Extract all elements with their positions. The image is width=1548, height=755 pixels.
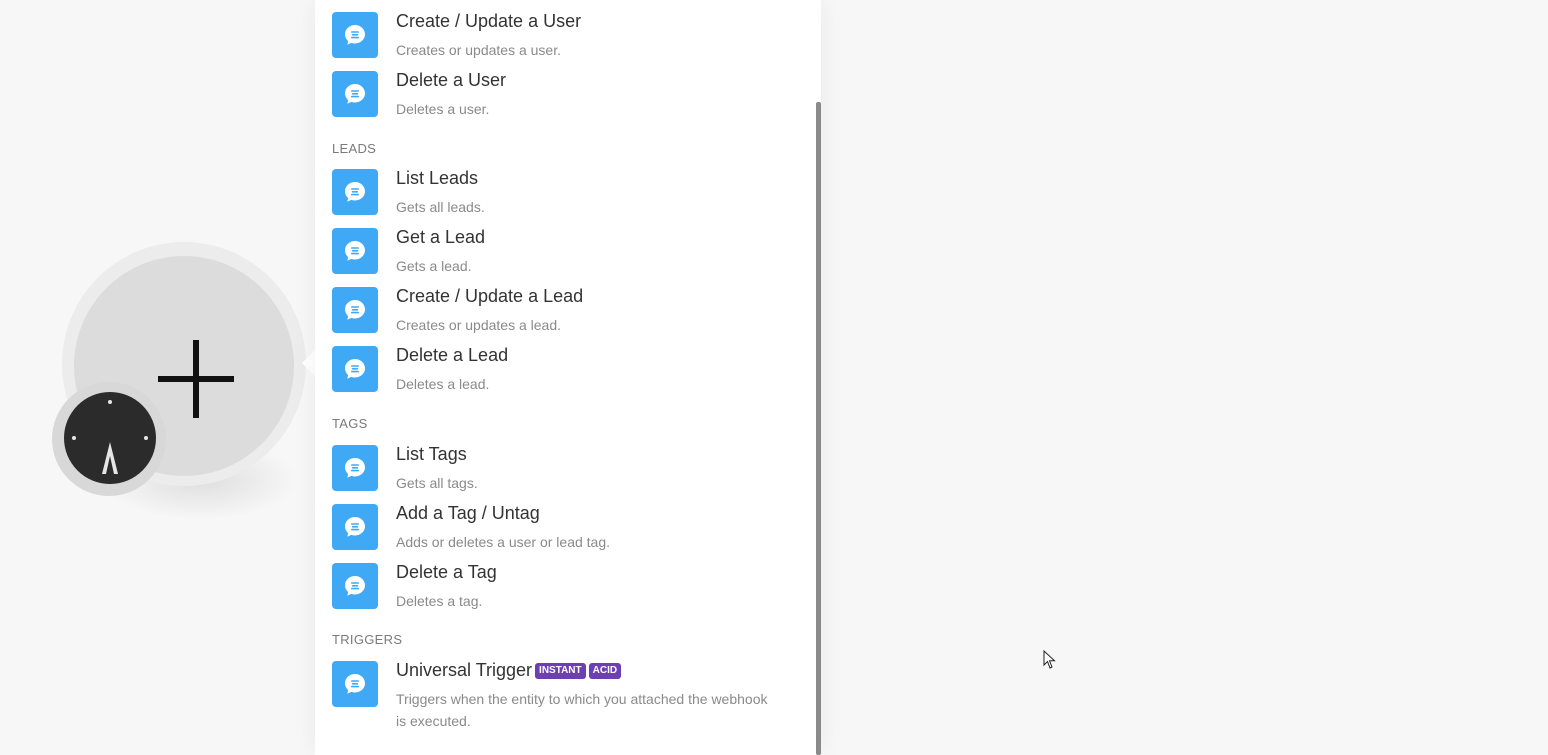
action-title: Create / Update a User (396, 10, 581, 32)
chat-bubble-icon (332, 287, 378, 333)
action-title: Delete a User (396, 69, 506, 91)
popover-pointer (302, 349, 316, 377)
chat-bubble-icon (332, 504, 378, 550)
action-badge: INSTANT (535, 663, 586, 679)
section-label: LEADS (332, 141, 377, 156)
action-title-text: Create / Update a User (396, 11, 582, 31)
action-list-item[interactable]: Add a Tag / Untag Adds or deletes a user … (332, 502, 802, 554)
action-description: Adds or deletes a user or lead tag. (396, 534, 611, 550)
action-title: Delete a Tag (396, 561, 497, 583)
section-label: TRIGGERS (332, 632, 403, 647)
mouse-cursor-icon (1043, 650, 1056, 669)
chat-bubble-icon (332, 445, 378, 491)
scenario-canvas[interactable]: Create / Update a User Creates or updates… (0, 0, 1548, 755)
action-list-item[interactable]: Delete a Lead Deletes a lead. (332, 344, 802, 396)
action-description: Deletes a user. (396, 101, 490, 117)
action-list-item[interactable]: List Leads Gets all leads. (332, 167, 802, 219)
action-title: Universal Trigger INSTANT ACID (396, 659, 622, 681)
action-title: Add a Tag / Untag (396, 502, 540, 524)
chat-bubble-icon (332, 346, 378, 392)
action-title: Get a Lead (396, 226, 485, 248)
chat-bubble-icon (332, 71, 378, 117)
action-description: Gets all tags. (396, 475, 478, 491)
action-description: Deletes a tag. (396, 593, 483, 609)
chat-bubble-icon (332, 169, 378, 215)
clock-svg (72, 400, 148, 474)
action-description: Creates or updates a lead. (396, 317, 561, 333)
chat-bubble-icon (332, 563, 378, 609)
action-description: Creates or updates a user. (396, 42, 561, 58)
plus-icon-vertical (193, 340, 199, 418)
action-list-item[interactable]: List Tags Gets all tags. (332, 443, 802, 495)
clock-icon[interactable] (64, 392, 156, 484)
action-title-text: Create / Update a Lead (396, 286, 584, 306)
action-description: Deletes a lead. (396, 376, 490, 392)
action-list-item[interactable]: Universal Trigger INSTANT ACID Triggers whe… (332, 659, 802, 731)
action-title-text: Delete a Tag (396, 562, 497, 582)
action-list-item[interactable]: Delete a User Deletes a user. (332, 69, 802, 121)
module-action-list[interactable]: Create / Update a User Creates or updates… (315, 0, 821, 755)
action-description: Gets all leads. (396, 199, 485, 215)
action-title-text: Get a Lead (396, 227, 486, 247)
action-title: List Tags (396, 443, 467, 465)
action-list-item[interactable]: Create / Update a User Creates or updates… (332, 10, 802, 62)
action-title-text: List Tags (396, 444, 467, 464)
action-list-item[interactable]: Delete a Tag Deletes a tag. (332, 561, 802, 613)
chat-bubble-icon (332, 12, 378, 58)
action-badge: ACID (588, 663, 622, 679)
action-title-text: Add a Tag / Untag (396, 503, 540, 523)
action-description: Triggers when the entity to which you at… (396, 691, 768, 729)
scrollbar-thumb[interactable] (816, 102, 821, 755)
action-title: Delete a Lead (396, 344, 508, 366)
action-title-text: List Leads (396, 168, 479, 188)
action-list-item[interactable]: Create / Update a Lead Creates or updates… (332, 285, 802, 337)
chat-bubble-icon (332, 228, 378, 274)
chat-bubble-icon (332, 661, 378, 707)
action-title-text: Delete a User (396, 70, 507, 90)
section-label: TAGS (332, 416, 368, 431)
action-description: Gets a lead. (396, 258, 472, 274)
action-title: List Leads (396, 167, 478, 189)
action-title-text: Universal Trigger (396, 660, 533, 680)
action-list-item[interactable]: Get a Lead Gets a lead. (332, 226, 802, 278)
action-title: Create / Update a Lead (396, 285, 583, 307)
action-title-text: Delete a Lead (396, 345, 509, 365)
